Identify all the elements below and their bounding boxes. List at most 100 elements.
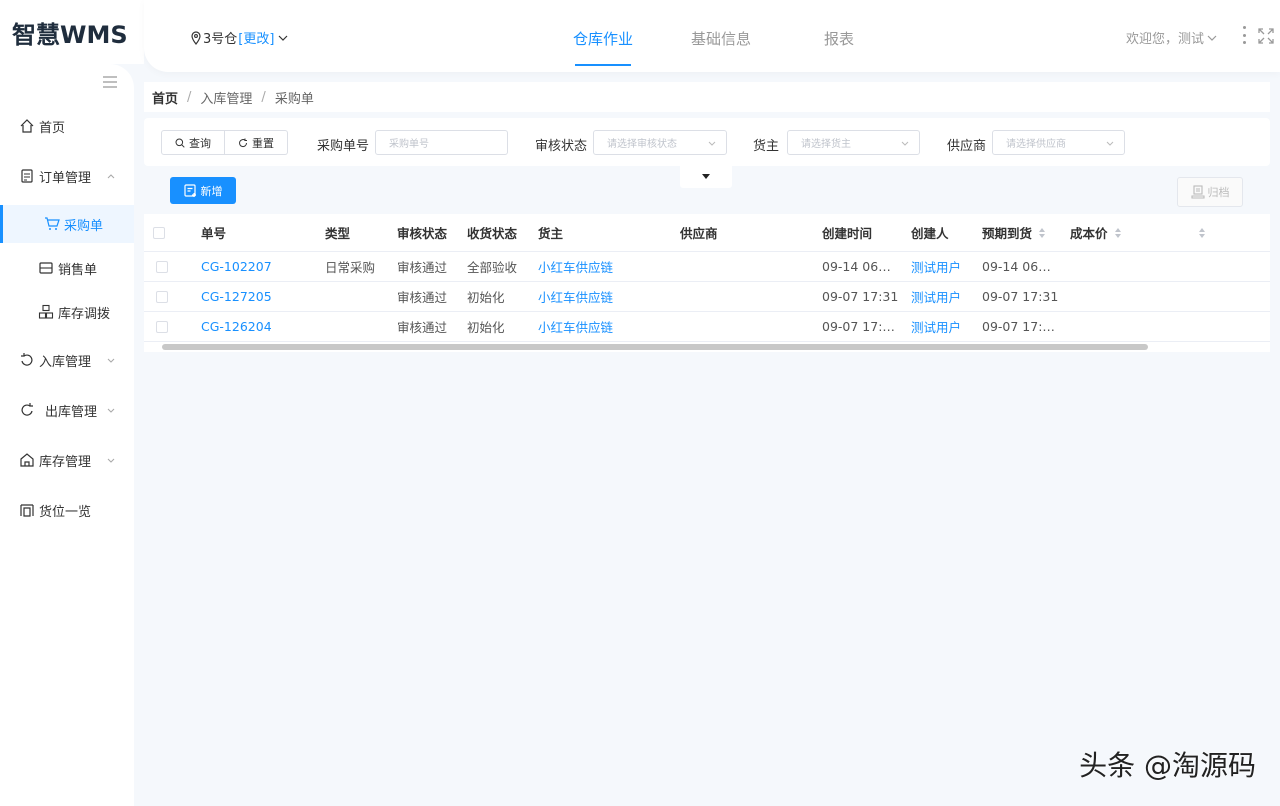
sidebar-item-label: 订单管理 — [39, 170, 92, 186]
row-checkbox[interactable] — [156, 312, 168, 341]
cell-receive-status: 初始化 — [467, 320, 505, 335]
order-no-input[interactable]: 采购单号 — [375, 130, 508, 155]
column-header-receive-status: 收货状态 — [467, 226, 518, 241]
cell-expected-arrival: 09-07 17:31 — [982, 289, 1059, 304]
archive-label: 归档 — [1207, 186, 1230, 199]
table-row[interactable]: CG-127205 审核通过 初始化 小红车供应链 09-07 17:31 测试… — [144, 282, 1270, 312]
column-header-supplier: 供应商 — [680, 226, 718, 241]
add-button[interactable]: 新增 — [170, 177, 236, 204]
order-no-label: 采购单号 — [317, 139, 370, 154]
archive-button[interactable]: 归档 — [1177, 177, 1243, 207]
purchase-order-table: 单号 类型 审核状态 收货状态 货主 供应商 创建时间 创建人 预期到货 成本价… — [144, 214, 1270, 352]
column-header-expected-arrival[interactable]: 预期到货 — [982, 214, 1046, 251]
cell-type: 日常采购 — [325, 260, 376, 275]
tab-reports[interactable]: 报表 — [780, 0, 898, 66]
warehouse-name: 3号仓 — [203, 32, 238, 47]
sidebar-item-label: 首页 — [39, 120, 66, 136]
tab-warehouse-ops[interactable]: 仓库作业 — [544, 0, 662, 66]
sidebar-item-stock-transfer[interactable]: 库存调拨 — [0, 294, 134, 330]
sidebar-item-purchase-order[interactable]: 采购单 — [0, 205, 134, 243]
more-vertical-icon[interactable] — [1240, 26, 1248, 44]
cell-receive-status: 初始化 — [467, 290, 505, 305]
breadcrumb-inbound[interactable]: 入库管理 — [200, 88, 252, 107]
reset-label: 重置 — [252, 136, 274, 150]
change-warehouse-link[interactable]: [更改] — [238, 28, 274, 47]
fullscreen-icon[interactable] — [1258, 28, 1274, 44]
creator-link[interactable]: 测试用户 — [911, 252, 961, 281]
chevron-down-icon — [1207, 35, 1217, 41]
query-button[interactable]: 查询 — [161, 130, 225, 155]
order-no-link[interactable]: CG-102207 — [201, 252, 272, 281]
horizontal-scrollbar[interactable] — [144, 342, 1270, 352]
audit-status-placeholder: 请选择审核状态 — [607, 139, 677, 150]
row-checkbox[interactable] — [156, 252, 168, 281]
supplier-select[interactable]: 请选择供应商 — [992, 130, 1125, 155]
cell-audit-status: 审核通过 — [397, 320, 448, 335]
column-header-expected-arrival-label: 预期到货 — [982, 226, 1033, 241]
owner-link[interactable]: 小红车供应链 — [538, 282, 613, 311]
sidebar-item-label: 库存调拨 — [58, 306, 111, 322]
table-row[interactable]: CG-126204 审核通过 初始化 小红车供应链 09-07 17:… 测试用… — [144, 312, 1270, 342]
sidebar-item-label: 出库管理 — [45, 404, 98, 420]
caret-down-icon — [702, 174, 710, 179]
tab-basic-info[interactable]: 基础信息 — [662, 0, 780, 66]
table-row[interactable]: CG-102207 日常采购 审核通过 全部验收 小红车供应链 09-14 06… — [144, 252, 1270, 282]
supplier-label: 供应商 — [947, 139, 987, 154]
expand-filters-toggle[interactable] — [680, 166, 732, 188]
column-header-owner: 货主 — [538, 226, 564, 241]
sidebar-item-inbound[interactable]: 入库管理 — [0, 342, 134, 378]
sidebar-item-sales-order[interactable]: 销售单 — [0, 250, 134, 286]
sort-icon[interactable] — [1198, 227, 1206, 239]
sidebar-item-locations[interactable]: 货位一览 — [0, 492, 134, 528]
chevron-up-icon — [107, 174, 115, 179]
sort-icon[interactable] — [1038, 227, 1046, 239]
select-all-checkbox[interactable] — [153, 214, 165, 251]
cell-audit-status: 审核通过 — [397, 290, 448, 305]
query-label: 查询 — [189, 136, 211, 150]
column-header-created-time: 创建时间 — [822, 226, 873, 241]
cell-created-time: 09-07 17:… — [822, 319, 895, 334]
sidebar-item-home[interactable]: 首页 — [0, 108, 134, 144]
row-checkbox[interactable] — [156, 282, 168, 311]
location-grid-icon — [20, 504, 34, 517]
sidebar-item-inventory[interactable]: 库存管理 — [0, 442, 134, 478]
reset-button[interactable]: 重置 — [225, 130, 288, 155]
owner-link[interactable]: 小红车供应链 — [538, 312, 613, 341]
sidebar-item-label: 采购单 — [64, 218, 104, 234]
menu-collapse-icon[interactable] — [102, 76, 118, 88]
owner-select[interactable]: 请选择货主 — [787, 130, 920, 155]
owner-placeholder: 请选择货主 — [801, 139, 851, 150]
creator-link[interactable]: 测试用户 — [911, 282, 961, 311]
audit-status-select[interactable]: 请选择审核状态 — [593, 130, 727, 155]
filter-bar: 查询 重置 采购单号 采购单号 审核状态 请选择审核状态 货主 请选择货主 供应… — [144, 118, 1270, 166]
breadcrumb: 首页 / 入库管理 / 采购单 — [144, 82, 1270, 112]
cell-created-time: 09-14 06… — [822, 259, 891, 274]
owner-link[interactable]: 小红车供应链 — [538, 252, 613, 281]
order-no-link[interactable]: CG-127205 — [201, 282, 272, 311]
order-no-link[interactable]: CG-126204 — [201, 312, 272, 341]
sort-icon[interactable] — [1114, 227, 1122, 239]
column-header-creator: 创建人 — [911, 226, 949, 241]
app-logo: 智慧WMS — [0, 0, 144, 64]
add-document-icon — [183, 183, 196, 197]
column-header-extra[interactable] — [1192, 214, 1206, 251]
watermark: 头条 @淘源码 — [1079, 749, 1256, 782]
scrollbar-thumb[interactable] — [162, 344, 1148, 350]
inbound-icon — [21, 353, 33, 366]
breadcrumb-home[interactable]: 首页 — [152, 88, 178, 107]
sidebar-item-orders[interactable]: 订单管理 — [0, 158, 134, 194]
column-header-cost-price[interactable]: 成本价 — [1070, 214, 1122, 251]
inventory-icon — [20, 453, 34, 467]
order-no-placeholder: 采购单号 — [389, 139, 429, 150]
owner-label: 货主 — [753, 139, 780, 154]
creator-link[interactable]: 测试用户 — [911, 312, 961, 341]
cell-audit-status: 审核通过 — [397, 260, 448, 275]
home-icon — [20, 119, 34, 133]
sidebar-item-outbound[interactable]: 出库管理 — [0, 392, 134, 428]
archive-icon — [1190, 185, 1205, 199]
cell-receive-status: 全部验收 — [467, 260, 518, 275]
cell-expected-arrival: 09-14 06… — [982, 259, 1051, 274]
table-header: 单号 类型 审核状态 收货状态 货主 供应商 创建时间 创建人 预期到货 成本价 — [144, 214, 1270, 252]
user-menu[interactable]: 欢迎您，测试 — [1126, 28, 1218, 47]
warehouse-selector[interactable]: 3号仓 [更改] — [190, 28, 289, 47]
